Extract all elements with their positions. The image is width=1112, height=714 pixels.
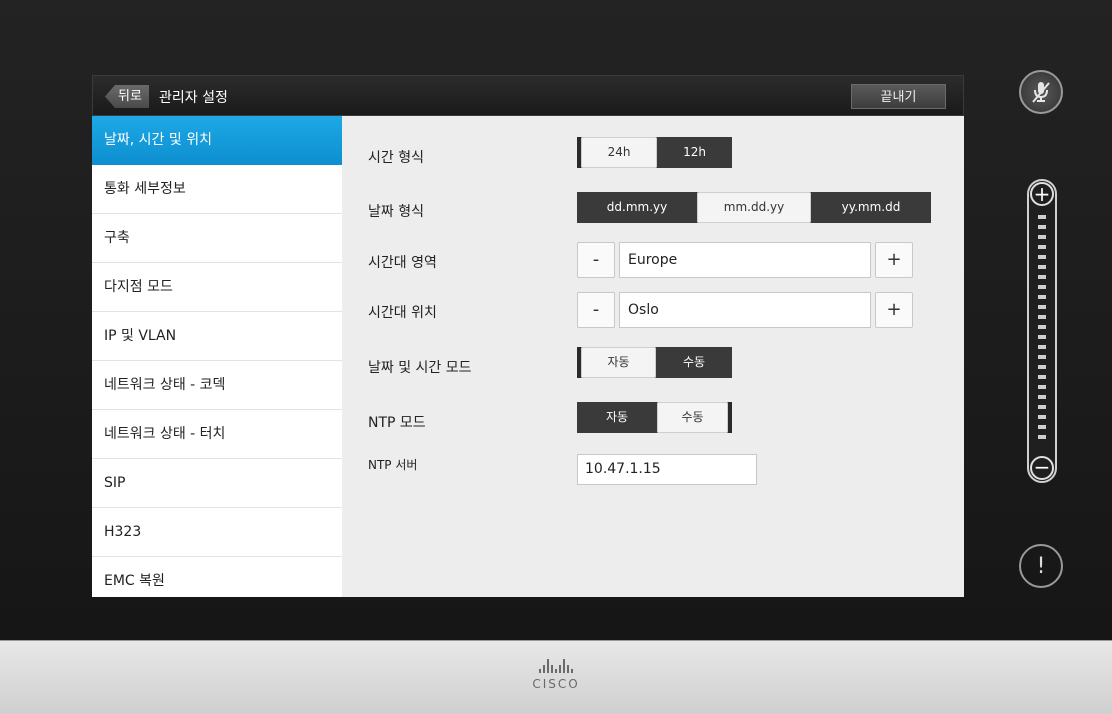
sidebar-item-network-status-codec[interactable]: 네트워크 상태 - 코덱 bbox=[92, 361, 342, 410]
sidebar-item-sip[interactable]: SIP bbox=[92, 459, 342, 508]
cisco-logo-bars bbox=[526, 659, 586, 673]
timezone-region-plus-button[interactable]: + bbox=[875, 242, 913, 278]
datetime-mode-label: 날짜 및 시간 모드 bbox=[368, 360, 472, 376]
date-format-mmddyy-option[interactable]: mm.dd.yy bbox=[697, 192, 811, 223]
volume-up-button[interactable]: + bbox=[1030, 182, 1054, 206]
ntp-mode-manual-option[interactable]: 수동 bbox=[657, 402, 728, 433]
ntp-mode-toggle: 자동 수동 bbox=[577, 402, 732, 433]
sidebar-item-h323[interactable]: H323 bbox=[92, 508, 342, 557]
ntp-mode-auto-option[interactable]: 자동 bbox=[577, 402, 657, 433]
timezone-region-minus-button[interactable]: - bbox=[577, 242, 615, 278]
ntp-mode-label: NTP 모드 bbox=[368, 415, 426, 431]
volume-level-indicator bbox=[1038, 215, 1046, 445]
mute-microphone-button[interactable] bbox=[1019, 70, 1063, 114]
timezone-location-minus-button[interactable]: - bbox=[577, 292, 615, 328]
date-format-label: 날짜 형식 bbox=[368, 204, 424, 220]
datetime-mode-auto-option[interactable]: 자동 bbox=[581, 347, 656, 378]
sidebar-item-date-time-location[interactable]: 날짜, 시간 및 위치 bbox=[92, 116, 342, 165]
timezone-location-value: Oslo bbox=[619, 292, 871, 328]
volume-control[interactable]: + − bbox=[1027, 179, 1057, 483]
device-screen: 뒤로 관리자 설정 끝내기 날짜, 시간 및 위치 통화 세부정보 구축 다지점… bbox=[0, 0, 1112, 640]
sidebar-item-provisioning[interactable]: 구축 bbox=[92, 214, 342, 263]
sidebar-item-ip-vlan[interactable]: IP 및 VLAN bbox=[92, 312, 342, 361]
date-format-ddmmyy-option[interactable]: dd.mm.yy bbox=[577, 192, 697, 223]
time-format-12h-option[interactable]: 12h bbox=[657, 137, 732, 168]
ntp-server-label: NTP 서버 bbox=[368, 458, 418, 472]
sidebar-item-call-details[interactable]: 통화 세부정보 bbox=[92, 165, 342, 214]
time-format-toggle: 24h 12h bbox=[577, 137, 732, 168]
sidebar-item-network-status-touch[interactable]: 네트워크 상태 - 터치 bbox=[92, 410, 342, 459]
timezone-region-stepper: - Europe + bbox=[577, 242, 913, 278]
timezone-location-label: 시간대 위치 bbox=[368, 305, 437, 321]
time-format-label: 시간 형식 bbox=[368, 150, 424, 166]
page-title: 관리자 설정 bbox=[159, 90, 228, 106]
timezone-location-plus-button[interactable]: + bbox=[875, 292, 913, 328]
back-button[interactable]: 뒤로 bbox=[105, 85, 149, 108]
sidebar-item-emc-restore[interactable]: EMC 복원 bbox=[92, 557, 342, 597]
device-bezel: CISCO bbox=[0, 640, 1112, 714]
timezone-region-label: 시간대 영역 bbox=[368, 255, 437, 271]
timezone-location-stepper: - Oslo + bbox=[577, 292, 913, 328]
exit-button[interactable]: 끝내기 bbox=[851, 84, 946, 109]
datetime-mode-toggle: 자동 수동 bbox=[577, 347, 732, 378]
date-format-toggle: dd.mm.yy mm.dd.yy yy.mm.dd bbox=[577, 192, 931, 223]
sidebar-item-multipoint-mode[interactable]: 다지점 모드 bbox=[92, 263, 342, 312]
admin-settings-window: 뒤로 관리자 설정 끝내기 날짜, 시간 및 위치 통화 세부정보 구축 다지점… bbox=[92, 75, 964, 597]
time-format-24h-option[interactable]: 24h bbox=[581, 137, 657, 168]
settings-content: 시간 형식 24h 12h 날짜 형식 dd.mm.yy mm.dd.yy yy… bbox=[342, 116, 964, 597]
datetime-mode-manual-option[interactable]: 수동 bbox=[656, 347, 732, 378]
alert-icon: ! bbox=[1036, 553, 1046, 579]
mic-muted-icon bbox=[1032, 82, 1050, 103]
timezone-region-value: Europe bbox=[619, 242, 871, 278]
cisco-logo: CISCO bbox=[526, 659, 586, 699]
title-bar: 뒤로 관리자 설정 끝내기 bbox=[92, 75, 964, 116]
cisco-logo-text: CISCO bbox=[532, 677, 580, 691]
alert-button[interactable]: ! bbox=[1019, 544, 1063, 588]
ntp-server-input[interactable]: 10.47.1.15 bbox=[577, 454, 757, 485]
volume-down-button[interactable]: − bbox=[1030, 456, 1054, 480]
segment-edge bbox=[728, 402, 732, 433]
date-format-yymmdd-option[interactable]: yy.mm.dd bbox=[811, 192, 931, 223]
settings-sidebar: 날짜, 시간 및 위치 통화 세부정보 구축 다지점 모드 IP 및 VLAN … bbox=[92, 116, 342, 597]
